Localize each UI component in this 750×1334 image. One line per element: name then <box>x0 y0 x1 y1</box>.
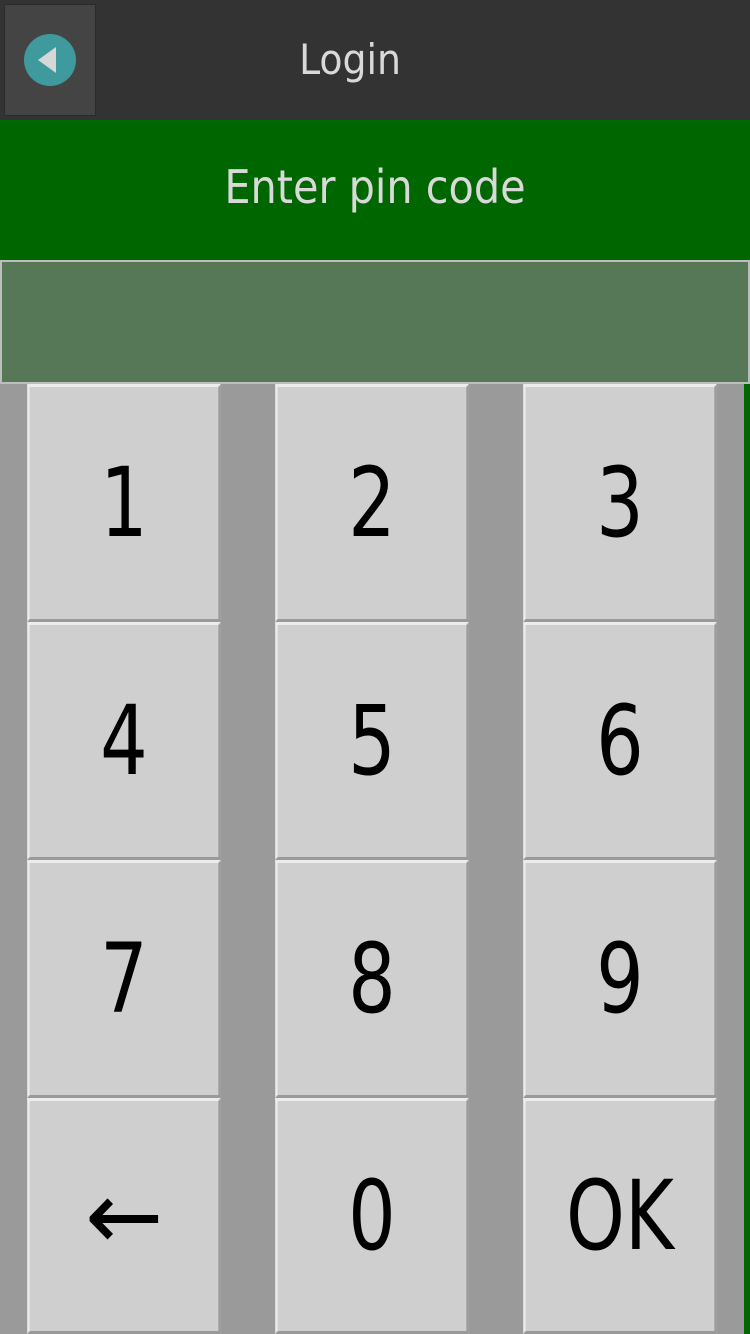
page-title: Login <box>299 35 401 84</box>
key-4[interactable]: 4 <box>27 622 221 860</box>
key-9[interactable]: 9 <box>523 860 717 1098</box>
key-5[interactable]: 5 <box>275 622 469 860</box>
key-3[interactable]: 3 <box>523 384 717 622</box>
back-button[interactable] <box>4 4 96 116</box>
top-bar: Login <box>0 0 750 120</box>
backspace-arrow-icon: ← <box>84 1160 164 1272</box>
pin-input-field[interactable] <box>0 260 750 384</box>
ok-button[interactable]: OK <box>523 1098 717 1334</box>
key-2[interactable]: 2 <box>275 384 469 622</box>
key-0[interactable]: 0 <box>275 1098 469 1334</box>
key-1[interactable]: 1 <box>27 384 221 622</box>
key-6[interactable]: 6 <box>523 622 717 860</box>
key-7[interactable]: 7 <box>27 860 221 1098</box>
key-8[interactable]: 8 <box>275 860 469 1098</box>
numeric-keypad: 1 2 3 4 5 6 7 8 9 ← 0 OK <box>0 384 744 1334</box>
back-arrow-icon <box>24 34 76 86</box>
backspace-button[interactable]: ← <box>27 1098 221 1334</box>
pin-prompt: Enter pin code <box>0 120 750 260</box>
